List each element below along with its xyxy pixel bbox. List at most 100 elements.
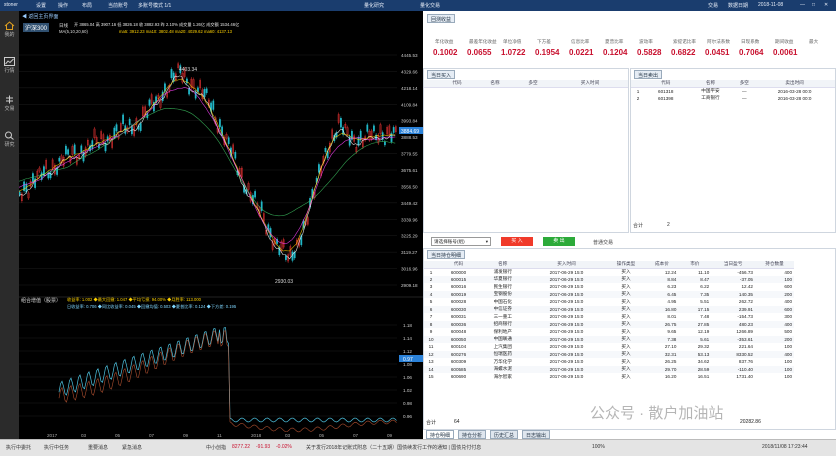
table-cell: -110.40 [737,366,753,372]
indicator-label: MA(5,10,20,60) [59,29,88,34]
col-pnl[interactable]: 当日盈亏 [711,261,755,269]
menu-account[interactable]: 当前账号 [108,2,128,9]
table-row[interactable]: 10 600050 中国联通 2017-06-29 15:0 买入 7.38 5.61 -35… [424,335,794,343]
table-cell: 5.51 [700,299,710,305]
menu-operate[interactable]: 操作 [58,2,68,9]
minimize-icon[interactable]: — [800,2,805,8]
table-row[interactable]: 3 600016 民生银行 2017-06-29 15:0 买入 6.23 6.22 12.4… [424,283,794,291]
col-cost[interactable]: 成本价 [645,261,679,269]
status-pending-orders[interactable]: 执行中委托 [6,444,31,451]
x-tick-label: 05 [115,433,121,438]
menu-multi-account[interactable]: 多账号模式 1/1 [138,2,171,9]
table-row[interactable]: 6 600030 中信证券 2017-06-29 15:0 买入 16.80 17.15 23… [424,305,794,313]
nav-item-mine[interactable]: 我的 [0,21,19,38]
table-cell: 16.20 [664,374,677,380]
table-row[interactable]: 13 600309 万华化学 2017-06-29 15:0 买入 26.25 34.62 8… [424,358,794,366]
table-row[interactable]: 7 600031 三一重工 2017-06-29 15:0 买入 8.01 7.48 -154… [424,313,794,321]
status-important-msg[interactable]: 重要消息 [88,444,108,451]
table-row[interactable]: 2 600015 华夏银行 2017-06-29 15:0 买入 8.84 8.47 -37.… [424,275,794,283]
col-name[interactable]: 名称 [476,80,514,88]
table-cell: 6.23 [667,284,677,290]
menu-quant-trade[interactable]: 量化交易 [420,2,440,9]
tab-position-detail[interactable]: 持仓明细 [426,430,455,439]
table-row[interactable]: 4 600019 宝钢股份 2017-06-29 15:0 买入 6.45 7.35 140.… [424,290,794,298]
tab-log-output[interactable]: 日志输出 [522,430,551,439]
table-cell: 民生银行 [493,283,512,289]
table-row[interactable]: 5 600028 中国石化 2017-06-29 15:0 买入 4.95 5.51 262.… [424,298,794,306]
col-code[interactable]: 代码 [438,261,480,269]
tab-position-analysis[interactable]: 持仓分析 [458,430,487,439]
col-sell-time[interactable]: 卖出时间 [754,80,835,88]
table-cell: 2017-06-29 15:0 [549,314,584,320]
table-row[interactable]: 11 600104 上汽集团 2017-06-29 15:0 买入 27.10 29.32 2… [424,343,794,351]
tab-backtest-returns[interactable]: 回测收益 [427,14,456,23]
menu-layout[interactable]: 布局 [82,2,92,9]
table-cell: 2016-03-28 00:0 [777,88,812,94]
status-urgent-msg[interactable]: 紧急消息 [122,444,142,451]
col-code[interactable]: 代码 [438,80,476,88]
nav-item-research[interactable]: 研究 [0,131,19,148]
tab-holdings-detail[interactable]: 当日持仓明细 [427,250,466,259]
table-cell: 262.72 [738,299,753,305]
table-row[interactable]: 8 600036 招商银行 2017-06-29 15:0 买入 26.75 27.85 48… [424,320,794,328]
col-buy-time[interactable]: 买入时间 [526,261,607,269]
table-cell: 7.38 [667,336,677,342]
table-cell: 6 [429,306,433,312]
ma-readout: ma5: 3912.23 ma10: 3802.48 ma20: 4029.62… [119,29,232,34]
table-cell: 2017-06-29 15:0 [549,321,584,327]
table-cell: 9 [429,329,433,335]
table-cell: 买入 [621,298,631,304]
col-code[interactable]: 代码 [645,80,687,88]
menu-settings[interactable]: 设置 [36,2,46,9]
col-op-type[interactable]: 操作类型 [606,261,646,269]
table-row[interactable]: 9 600048 保利地产 2017-06-29 15:0 买入 9.65 12.19 126… [424,328,794,336]
table-cell: 600104 [450,344,467,350]
col-name[interactable]: 名称 [686,80,735,88]
sub-current-value: 0.97 [403,357,413,363]
x-tick-label: 09 [183,433,189,438]
menu-trade[interactable]: 交易 [708,2,718,9]
maximize-icon[interactable]: □ [812,2,815,8]
table-cell: 200 [784,291,792,297]
col-name[interactable]: 名称 [479,261,527,269]
table-row[interactable]: 2 601398 工商银行 — 2016-03-28 00:0 [631,95,835,103]
table-row[interactable]: 1 601318 中国平安 — 2016-03-28 00:0 [631,87,835,95]
price-tick-label: 3993.84 [401,119,418,124]
price-tick-label: 3119.27 [401,250,418,255]
candlestick-chart[interactable]: 4403.34 2930.03 4445.53 4329.66 4218.14 410… [19,35,423,439]
col-buy-time[interactable]: 买入时间 [552,80,628,88]
back-to-home-link[interactable]: ◀ 返回主页界面 [22,13,58,20]
tab-today-buy[interactable]: 当日买入 [427,70,456,79]
table-row[interactable]: 15 600690 海尔智家 2017-06-29 15:0 买入 16.20 16.51 1… [424,373,794,381]
account-select[interactable]: 请选择账号(组) ▾ [431,237,491,246]
table-cell: -353.61 [737,336,753,342]
metric-value: 0.5828 [637,48,662,57]
menu-quant-research[interactable]: 量化研究 [364,2,384,9]
news-ticker[interactable]: 关于发行2018年记账式附息（二十五期）国债续发行工作的通知 | 国债兑付付息 [306,444,481,451]
col-direction[interactable]: 多空 [514,80,552,88]
status-running-tasks[interactable]: 执行中任务 [44,444,69,451]
sell-button[interactable]: 卖 出 [543,237,575,246]
table-row[interactable]: 14 600585 海螺水泥 2017-06-29 15:0 买入 29.70 28.59 -… [424,365,794,373]
col-direction[interactable]: 多空 [734,80,755,88]
current-price: 3884.69 [401,129,419,135]
table-cell: 买入 [621,306,631,312]
metric-value: 0.0061 [773,48,798,57]
buy-button[interactable]: 买 入 [501,237,533,246]
col-qty[interactable]: 持仓数量 [754,261,794,269]
metric-value: 1.0722 [501,48,526,57]
table-row[interactable]: 12 600276 恒瑞医药 2017-06-29 15:0 买入 32.31 53.13 8… [424,350,794,358]
nav-item-quotes[interactable]: 行情 [0,57,19,74]
nav-item-trade[interactable]: 交易 [0,95,19,112]
table-row[interactable]: 1 600000 浦发银行 2017-06-29 15:0 买入 12.24 11.10 -4… [424,268,794,276]
table-cell: 17.15 [697,306,710,312]
trade-mode-label[interactable]: 普通交易 [593,239,613,246]
tab-history-summary[interactable]: 历史汇总 [490,430,519,439]
metric-label: 日现系数 [741,39,760,44]
close-icon[interactable]: ✕ [824,2,828,8]
table-cell: 浦发银行 [493,269,512,274]
tab-today-sell[interactable]: 当日卖出 [634,70,663,79]
zoom-level[interactable]: 100% [592,444,605,450]
col-price[interactable]: 市价 [678,261,712,269]
symbol-label[interactable]: 沪深300 [23,23,50,32]
